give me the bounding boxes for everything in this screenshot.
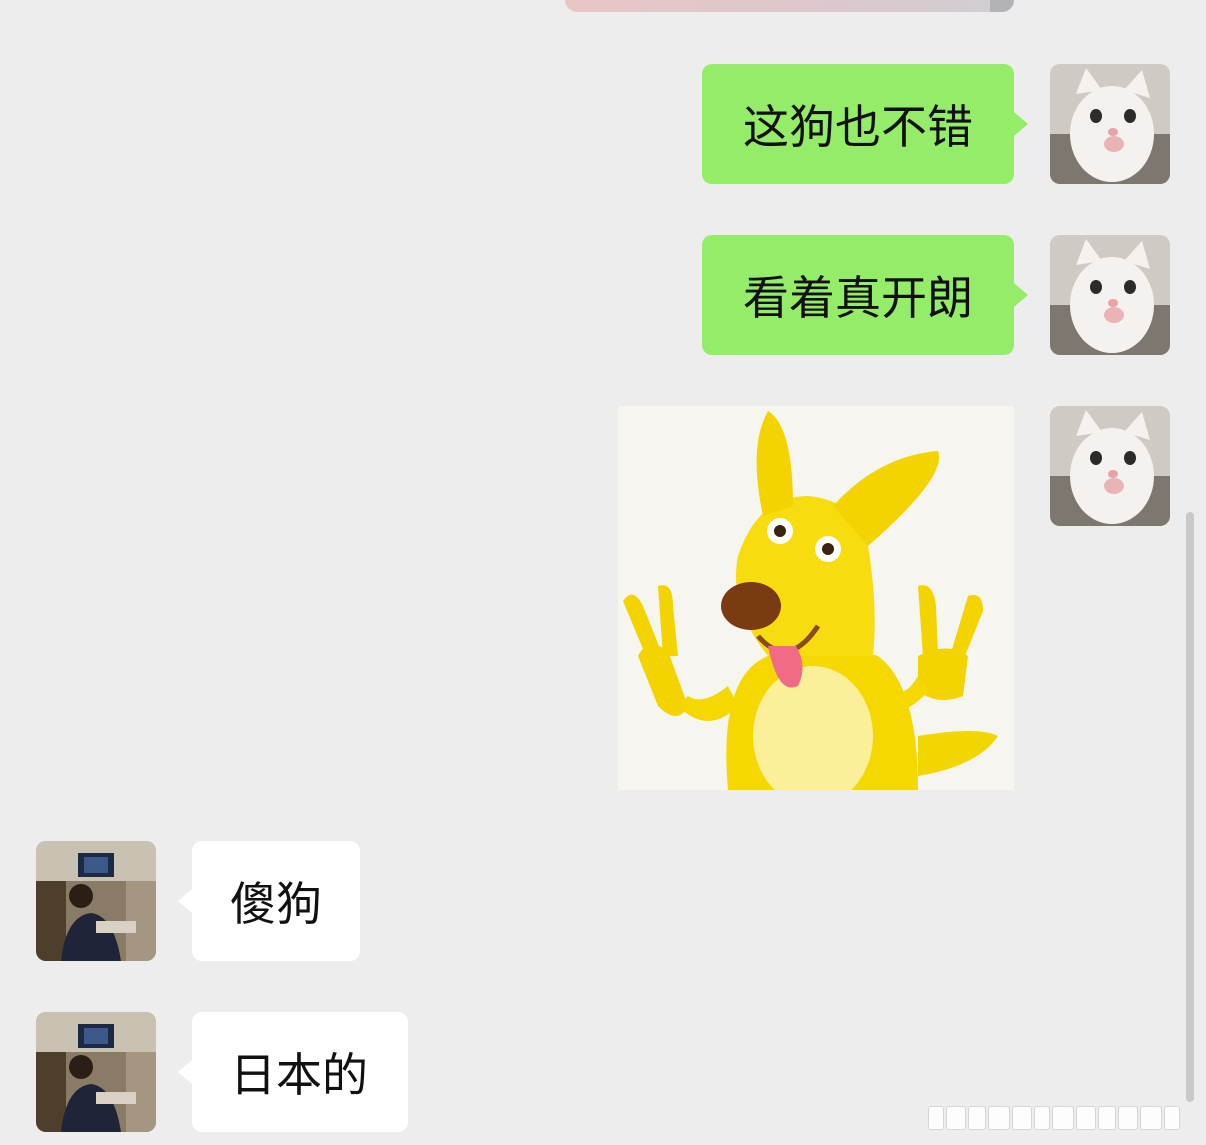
yellow-dog-sticker[interactable] (618, 406, 1014, 790)
man-in-car-avatar-icon (36, 841, 156, 961)
message-text: 傻狗 (230, 877, 322, 931)
bubble-tail (178, 1060, 192, 1084)
my-avatar[interactable] (1050, 235, 1170, 355)
man-in-car-avatar-icon (36, 1012, 156, 1132)
previous-image-message[interactable] (565, 0, 1014, 12)
watermark (928, 1103, 1198, 1133)
my-avatar[interactable] (1050, 406, 1170, 526)
message-text: 日本的 (230, 1048, 368, 1102)
white-kitten-avatar-icon (1050, 64, 1170, 184)
message-bubble[interactable]: 这狗也不错 (702, 64, 1014, 184)
bubble-tail (1014, 112, 1028, 136)
white-kitten-avatar-icon (1050, 235, 1170, 355)
white-kitten-avatar-icon (1050, 406, 1170, 526)
contact-avatar[interactable] (36, 841, 156, 961)
message-text: 这狗也不错 (743, 100, 973, 154)
message-bubble[interactable]: 日本的 (192, 1012, 408, 1132)
bubble-tail (178, 889, 192, 913)
message-bubble[interactable]: 看着真开朗 (702, 235, 1014, 355)
yellow-dog-peace-sign-sticker-icon (618, 406, 1014, 790)
chat-scrollbar[interactable] (1186, 512, 1194, 1102)
my-avatar[interactable] (1050, 64, 1170, 184)
bubble-tail (1014, 283, 1028, 307)
contact-avatar[interactable] (36, 1012, 156, 1132)
message-text: 看着真开朗 (743, 271, 973, 325)
message-bubble[interactable]: 傻狗 (192, 841, 360, 961)
